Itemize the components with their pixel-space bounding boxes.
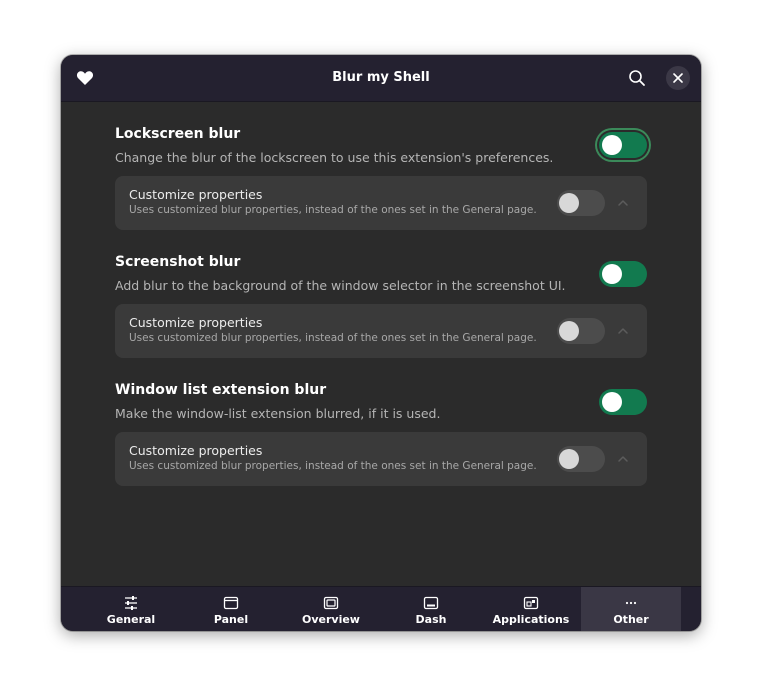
screenshot-customize-switch[interactable] [557, 318, 605, 344]
switch-knob [559, 193, 579, 213]
switch-knob [602, 392, 622, 412]
tab-applications[interactable]: Applications [481, 587, 581, 631]
close-button[interactable] [666, 66, 690, 90]
preferences-content: Lockscreen blur Change the blur of the l… [61, 102, 701, 586]
customize-properties-title: Customize properties [129, 187, 263, 202]
chevron-up-icon[interactable] [617, 325, 629, 337]
tab-other[interactable]: Other [581, 587, 681, 631]
applications-icon [523, 596, 539, 610]
tab-label: General [106, 613, 156, 626]
tab-label: Other [613, 613, 649, 626]
tab-label: Overview [302, 613, 360, 626]
search-icon[interactable] [627, 68, 647, 88]
lockscreen-blur-subtitle: Change the blur of the lockscreen to use… [115, 150, 554, 165]
dash-icon [423, 596, 439, 610]
tab-general[interactable]: General [81, 587, 181, 631]
switch-knob [559, 449, 579, 469]
tab-label: Panel [213, 613, 249, 626]
tab-dash[interactable]: Dash [381, 587, 481, 631]
lockscreen-customize-card: Customize properties Uses customized blu… [115, 176, 647, 230]
window-title: Blur my Shell [332, 70, 430, 85]
window-list-customize-switch[interactable] [557, 446, 605, 472]
switch-knob [602, 264, 622, 284]
panel-icon [223, 596, 239, 610]
overview-icon [323, 596, 339, 610]
screenshot-customize-card: Customize properties Uses customized blu… [115, 304, 647, 358]
lockscreen-customize-switch[interactable] [557, 190, 605, 216]
window-list-blur-subtitle: Make the window-list extension blurred, … [115, 406, 441, 421]
chevron-up-icon[interactable] [617, 197, 629, 209]
switch-knob [559, 321, 579, 341]
tab-label: Applications [492, 613, 570, 626]
customize-properties-title: Customize properties [129, 315, 263, 330]
window-list-blur-switch[interactable] [599, 389, 647, 415]
screenshot-blur-switch[interactable] [599, 261, 647, 287]
customize-properties-subtitle: Uses customized blur properties, instead… [129, 204, 537, 216]
switch-knob [602, 135, 622, 155]
more-icon [625, 601, 637, 605]
close-icon [673, 73, 683, 83]
view-switcher-bar: General Panel Overview Dash Applications… [61, 586, 701, 631]
window-list-blur-title: Window list extension blur [115, 382, 327, 398]
tab-panel[interactable]: Panel [181, 587, 281, 631]
screenshot-blur-title: Screenshot blur [115, 254, 241, 270]
tab-overview[interactable]: Overview [281, 587, 381, 631]
screenshot-blur-subtitle: Add blur to the background of the window… [115, 278, 566, 293]
lockscreen-blur-switch[interactable] [599, 132, 647, 158]
sliders-icon [125, 596, 137, 610]
tab-label: Dash [415, 613, 447, 626]
window-list-customize-card: Customize properties Uses customized blu… [115, 432, 647, 486]
chevron-up-icon[interactable] [617, 453, 629, 465]
preferences-window: Blur my Shell Lockscreen blur Change the… [61, 55, 701, 631]
customize-properties-subtitle: Uses customized blur properties, instead… [129, 460, 537, 472]
customize-properties-title: Customize properties [129, 443, 263, 458]
lockscreen-blur-title: Lockscreen blur [115, 126, 241, 142]
customize-properties-subtitle: Uses customized blur properties, instead… [129, 332, 537, 344]
headerbar: Blur my Shell [61, 55, 701, 102]
